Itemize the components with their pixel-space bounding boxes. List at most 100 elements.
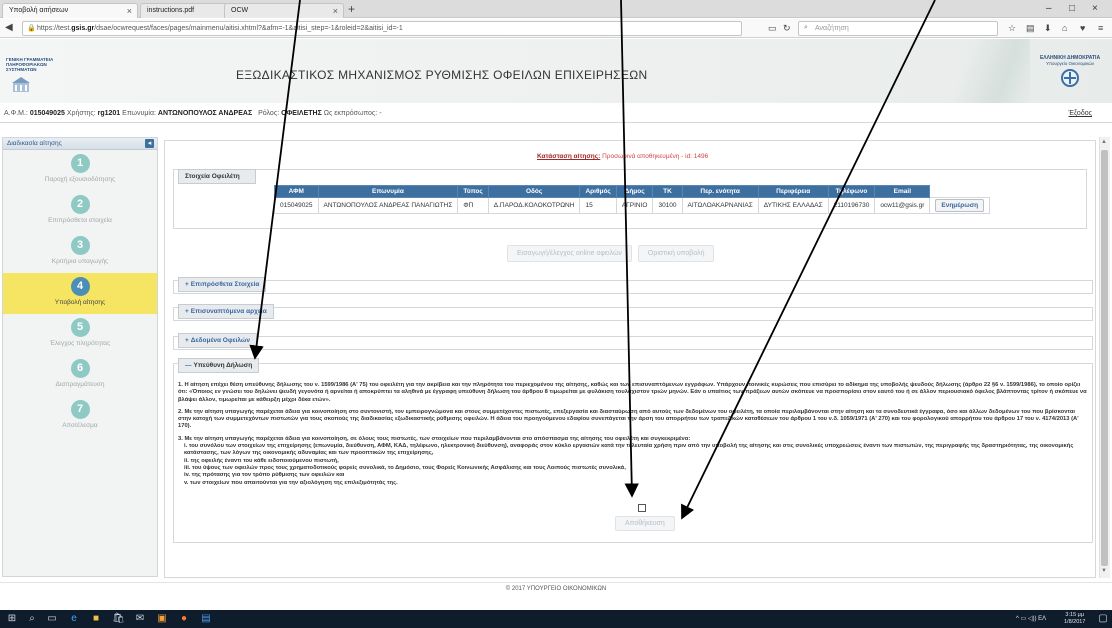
step-1-authorization[interactable]: 1 Παροχή εξουσιοδότησης xyxy=(3,150,157,191)
download-icon[interactable]: ⬇ xyxy=(1044,23,1052,34)
representative-value: - xyxy=(379,110,382,117)
reader-icon[interactable]: ▭ xyxy=(768,23,777,34)
windows-start-icon[interactable]: ⊞ xyxy=(6,613,18,625)
step-4-submission[interactable]: 4 Υποβολή αίτησης xyxy=(3,273,157,314)
panel-title: Δεδομένα Οφειλών xyxy=(190,337,251,344)
col-type: Τύπος xyxy=(457,185,489,198)
step-label: Κριτήρια υπαγωγής xyxy=(51,258,109,265)
clock[interactable]: 3:15 μμ 1/8/2017 xyxy=(1064,612,1085,626)
panel-legend[interactable]: + Επιπρόσθετα Στοιχεία xyxy=(178,277,267,292)
col-regional-unit: Περ. ενότητα xyxy=(681,185,759,198)
col-name: Επωνυμία xyxy=(317,185,459,198)
search-icon[interactable]: ⌕ xyxy=(26,613,38,625)
panel-attachments[interactable]: + Επισυναπτόμενα αρχεία xyxy=(173,304,1093,321)
file-explorer-icon[interactable]: ■ xyxy=(90,613,102,625)
step-label: Διαπραγμάτευση xyxy=(55,381,105,388)
step-number: 5 xyxy=(70,318,90,337)
ministry-logo-line2: Υπουργείο Οικονομικών xyxy=(1045,61,1095,66)
panel-legend[interactable]: + Δεδομένα Οφειλών xyxy=(178,333,258,348)
bookmark-star-icon[interactable]: ☆ xyxy=(1008,23,1016,34)
mail-icon[interactable]: ✉ xyxy=(134,613,146,625)
import-debts-button[interactable]: Εισαγωγή/έλεγχος online οφειλών xyxy=(507,245,632,262)
url-path: /dsae/ocwrequest/faces/pages/mainmenu/ai… xyxy=(94,25,403,32)
url-bar[interactable]: 🔒 https://test.gsis.gr/dsae/ocwrequest/f… xyxy=(22,21,742,36)
url-prefix: https://test. xyxy=(37,25,72,32)
tab-ocw[interactable]: OCW × xyxy=(224,3,344,18)
declaration-legend[interactable]: — Υπεύθυνη Δήλωση xyxy=(178,358,260,373)
step-5-completeness[interactable]: 5 Έλεγχος πληρότητας xyxy=(3,314,157,355)
close-icon[interactable]: × xyxy=(127,6,132,16)
step-2-additional-info[interactable]: 2 Επιπρόσθετα στοιχεία xyxy=(3,191,157,232)
language-indicator[interactable]: ΕΛ xyxy=(1038,616,1046,622)
declaration-fieldset: — Υπεύθυνη Δήλωση 1. Η αίτηση επέχει θέση… xyxy=(173,358,1093,543)
firefox-icon[interactable]: ● xyxy=(178,613,190,625)
declaration-paragraph: 3. Με την αίτηση υπαγωγής παρέχεται άδει… xyxy=(178,435,691,442)
close-icon[interactable]: × xyxy=(333,6,338,16)
collapse-icon[interactable]: ◂ xyxy=(145,139,154,148)
back-icon[interactable]: ◀ xyxy=(5,22,13,33)
panel-additional-info[interactable]: + Επιπρόσθετα Στοιχεία xyxy=(173,277,1093,294)
notifications-icon[interactable]: ▢ xyxy=(1097,613,1109,625)
declaration-item: v. των στοιχείων που απαιτούνται για την… xyxy=(184,479,398,486)
step-7-result[interactable]: 7 Αποτέλεσμα xyxy=(3,396,157,437)
panel-debt-data[interactable]: + Δεδομένα Οφειλών xyxy=(173,333,1093,350)
logout-link[interactable]: Έξοδος xyxy=(1069,110,1093,117)
app-icon[interactable]: ▤ xyxy=(200,613,212,625)
header-decoration xyxy=(940,39,1030,103)
scroll-down-icon[interactable]: ▼ xyxy=(1101,568,1107,574)
task-view-icon[interactable]: ▭ xyxy=(46,613,58,625)
scroll-up-icon[interactable]: ▲ xyxy=(1101,139,1107,145)
search-input[interactable]: ⌕ Αναζήτηση xyxy=(798,21,998,36)
col-postcode: ΤΚ xyxy=(652,185,683,198)
reload-icon[interactable]: ↻ xyxy=(783,23,791,34)
library-icon[interactable]: ▤ xyxy=(1026,23,1035,34)
volume-icon[interactable]: ◁)) xyxy=(1028,616,1037,622)
gsis-logo: ΓΕΝΙΚΗ ΓΡΑΜΜΑΤΕΙΑ ΠΛΗΡΟΦΟΡΙΑΚΩΝ ΣΥΣΤΗΜΑΤ… xyxy=(6,57,66,96)
representative-label: Ως εκπρόσωπος: xyxy=(323,110,378,117)
home-icon[interactable]: ⌂ xyxy=(1062,23,1067,33)
role-value: ΟΦΕΙΛΕΤΗΣ xyxy=(281,110,322,117)
step-6-negotiation[interactable]: 6 Διαπραγμάτευση xyxy=(3,355,157,396)
cell-name: ΑΝΤΩΝΟΠΟΥΛΟΣ ΑΝΔΡΕΑΣ ΠΑΝΑΓΙΩΤΗΣ xyxy=(317,197,459,214)
chevron-up-icon[interactable]: ^ xyxy=(1016,616,1019,622)
step-label: Έλεγχος πληρότητας xyxy=(49,340,111,347)
col-municipality: Δήμος xyxy=(615,185,654,198)
role-label: Ρόλος: xyxy=(258,110,280,117)
scrollbar-thumb[interactable] xyxy=(1101,150,1108,566)
minimize-icon[interactable]: – xyxy=(1046,3,1052,14)
maximize-icon[interactable]: □ xyxy=(1069,3,1075,14)
name-label: Επωνυμία: xyxy=(122,110,156,117)
tab-submission[interactable]: Υποβολή αιτήσεων × xyxy=(2,3,138,18)
panel-title: Επισυναπτόμενα αρχεία xyxy=(190,308,267,315)
step-number: 1 xyxy=(70,154,90,173)
menu-icon[interactable]: ≡ xyxy=(1098,23,1103,33)
step-label: Υποβολή αίτησης xyxy=(54,299,106,306)
new-tab-icon[interactable]: + xyxy=(348,2,355,16)
cell-afm: 015049025 xyxy=(274,197,319,214)
network-icon[interactable]: ▭ xyxy=(1021,616,1027,622)
step-3-criteria[interactable]: 3 Κριτήρια υπαγωγής xyxy=(3,232,157,273)
app-icon[interactable]: ▣ xyxy=(156,613,168,625)
afm-label: Α.Φ.Μ.: xyxy=(4,110,28,117)
cell-number: 15 xyxy=(579,197,617,214)
debtor-legend: Στοιχεία Οφειλέτη xyxy=(178,169,256,184)
save-button[interactable]: Αποθήκευση xyxy=(615,516,675,531)
store-icon[interactable]: 🛍 xyxy=(112,613,125,625)
panel-title: Επιπρόσθετα Στοιχεία xyxy=(190,281,260,288)
edge-icon[interactable]: e xyxy=(68,613,80,625)
window-close-icon[interactable]: × xyxy=(1092,3,1098,14)
user-label: Χρήστης: xyxy=(66,110,96,117)
panel-legend[interactable]: + Επισυναπτόμενα αρχεία xyxy=(178,304,274,319)
clock-date: 1/8/2017 xyxy=(1064,619,1086,625)
accept-declaration-checkbox[interactable] xyxy=(638,504,646,512)
search-placeholder: Αναζήτηση xyxy=(815,25,849,32)
update-button[interactable]: Ενημέρωση xyxy=(935,199,985,212)
expand-icon: + xyxy=(185,281,189,288)
process-sidebar: Διαδικασία αίτησης ◂ 1 Παροχή εξουσιοδότ… xyxy=(2,137,158,577)
browser-nav-bar: ◀ 🔒 https://test.gsis.gr/dsae/ocwrequest… xyxy=(0,19,1112,38)
declaration-item: iv. της πρότασης για τον τρόπο ρύθμισης … xyxy=(184,472,345,479)
pocket-icon[interactable]: ♥ xyxy=(1080,23,1085,33)
url-domain: gsis.gr xyxy=(71,25,95,32)
final-submit-button[interactable]: Οριστική υποβολή xyxy=(637,245,715,262)
declaration-item: i. του συνόλου των στοιχείων της επιχείρ… xyxy=(184,443,1074,457)
